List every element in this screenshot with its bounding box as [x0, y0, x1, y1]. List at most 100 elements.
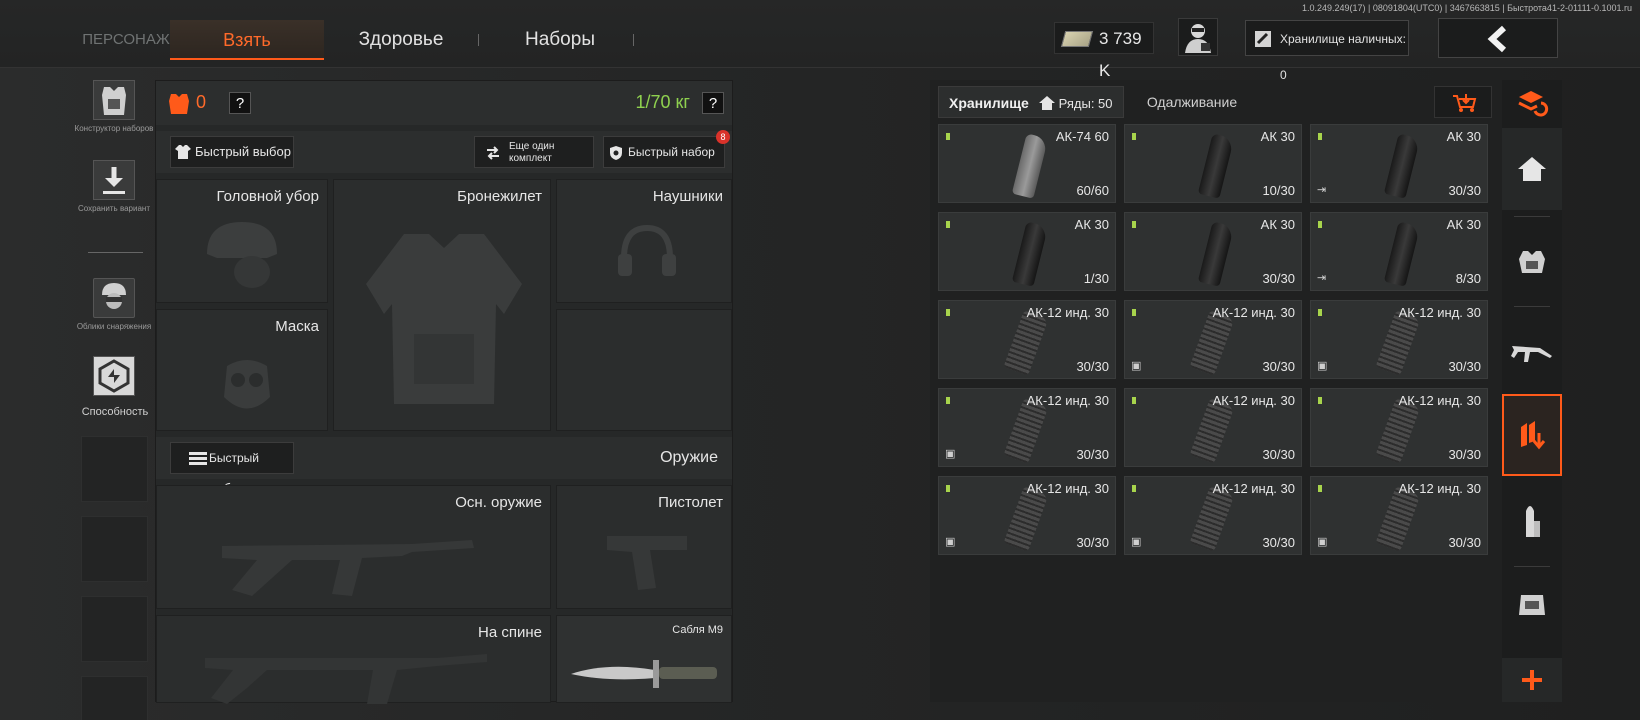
rail-gear-button[interactable] [1502, 220, 1562, 302]
storage-item[interactable]: АК-12 инд. 30 30/30 ▣ [938, 388, 1116, 467]
storage-panel: Хранилище Ряды: 50 Одалживание АК-74 60 6… [930, 80, 1500, 702]
storage-item[interactable]: АК-12 инд. 30 30/30 ▣ [1310, 300, 1488, 379]
storage-item[interactable]: АК 30 30/30 [1124, 212, 1302, 291]
rail-divider [1514, 306, 1550, 307]
ability-label: Способность [81, 406, 149, 418]
rail-ammo-button[interactable] [1502, 394, 1562, 476]
equipment-header: 0 ? 1/70 кг ? [156, 81, 732, 125]
slot-headwear[interactable]: Головной убор [156, 179, 328, 303]
item-name: АК-12 инд. 30 [1026, 481, 1109, 496]
item-name: АК 30 [1074, 217, 1109, 232]
magazine-icon [1375, 486, 1421, 552]
magazine-icon [1375, 310, 1421, 376]
item-name: АК-12 инд. 30 [1398, 393, 1481, 408]
shirt-icon [175, 145, 191, 159]
slot-primary-weapon[interactable]: Осн. оружие [156, 485, 551, 609]
weight-help-button[interactable]: ? [702, 92, 724, 114]
item-indicator [1132, 309, 1136, 316]
slot-melee-label: Сабля М9 [672, 624, 723, 636]
linked-item-icon: ⇥ [1317, 184, 1327, 196]
headphones-silhouette-icon [618, 224, 676, 276]
rifle-silhouette-icon [222, 540, 474, 596]
slot-pistol[interactable]: Пистолет [556, 485, 732, 609]
storage-item[interactable]: АК-12 инд. 30 30/30 ▣ [1124, 476, 1302, 555]
tab-kits[interactable]: Наборы [505, 20, 615, 60]
ability-slot[interactable] [81, 516, 148, 582]
item-name: АК 30 [1260, 217, 1295, 232]
storage-item[interactable]: АК-12 инд. 30 30/30 ▣ [1124, 300, 1302, 379]
slot-headphones[interactable]: Наушники [556, 179, 732, 303]
rail-backpack-button[interactable] [1502, 570, 1562, 638]
tab-divider [478, 34, 479, 46]
storage-item[interactable]: АК 30 30/30 ⇥ [1310, 124, 1488, 203]
item-name: АК-12 инд. 30 [1398, 305, 1481, 320]
cartridge-icon [1526, 506, 1540, 537]
tab-storage[interactable]: Хранилище Ряды: 50 [938, 86, 1124, 118]
slot-back[interactable]: На спине [156, 615, 551, 704]
storage-item[interactable]: АК-12 инд. 30 30/30 ▣ [1310, 476, 1488, 555]
armor-count: 0 [196, 92, 207, 112]
equipment-panel: 0 ? 1/70 кг ? Быстрый выбор Еще один ком… [155, 80, 733, 704]
tab-storage-label: Хранилище [949, 95, 1029, 111]
item-name: АК 30 [1446, 129, 1481, 144]
ability-icon [98, 359, 130, 393]
gear-skins-button[interactable] [93, 278, 135, 318]
storage-item[interactable]: АК 30 1/30 [938, 212, 1116, 291]
rail-layers-button[interactable] [1502, 80, 1562, 124]
weapon-quick-select-button[interactable]: Быстрый выбор [170, 442, 294, 495]
cash-storage-button[interactable]: Хранилище наличных: 0 [1245, 20, 1409, 82]
item-indicator [946, 221, 950, 228]
magazine-icon [1383, 221, 1421, 287]
top-bar: 1.0.249.249(17) | 08091804(UTC0) | 34676… [0, 0, 1640, 82]
tab-health[interactable]: Здоровье [345, 20, 457, 60]
cash-storage-icon [1255, 31, 1271, 47]
storage-item[interactable]: АК 30 8/30 ⇥ [1310, 212, 1488, 291]
rail-home-button[interactable] [1502, 128, 1562, 210]
linked-item-icon: ⇥ [1317, 272, 1327, 284]
armor-help-button[interactable]: ? [229, 92, 251, 114]
storage-item[interactable]: АК-12 инд. 30 30/30 [1124, 388, 1302, 467]
tab-borrow[interactable]: Одалживание [1130, 86, 1254, 118]
another-set-button[interactable]: Еще один комплект [474, 136, 594, 168]
ability-slot[interactable] [81, 436, 148, 502]
trader-button[interactable] [1178, 18, 1218, 56]
storage-item[interactable]: АК-74 60 60/60 [938, 124, 1116, 203]
crate-icon: ▣ [1131, 360, 1142, 372]
item-indicator [946, 485, 950, 492]
house-icon [1038, 96, 1055, 110]
inventory-screen: 1.0.249.249(17) | 08091804(UTC0) | 34676… [0, 0, 1640, 720]
storage-item[interactable]: АК-12 инд. 30 30/30 ▣ [938, 476, 1116, 555]
rail-add-button[interactable] [1502, 658, 1562, 702]
kit-builder-button[interactable] [93, 80, 135, 120]
rail-weapons-button[interactable] [1502, 310, 1562, 392]
rail-cartridge-button[interactable] [1502, 480, 1562, 562]
gear-toolbar: Быстрый выбор Еще один комплект Быстрый … [156, 130, 732, 173]
item-name: АК-12 инд. 30 [1398, 481, 1481, 496]
storage-item[interactable]: АК 30 10/30 [1124, 124, 1302, 203]
save-variant-button[interactable] [93, 160, 135, 200]
slot-vest[interactable]: Бронежилет [333, 179, 551, 431]
cart-button[interactable] [1434, 86, 1492, 118]
item-quantity: 30/30 [1076, 447, 1109, 462]
quick-kit-button[interactable]: Быстрый набор 8 [603, 130, 730, 168]
slot-extra[interactable] [556, 309, 732, 431]
storage-item[interactable]: АК-12 инд. 30 30/30 [938, 300, 1116, 379]
ability-button[interactable] [93, 356, 135, 396]
gear-quick-select-button[interactable]: Быстрый выбор [170, 136, 294, 168]
item-name: АК 30 [1260, 129, 1295, 144]
tab-person[interactable]: ПЕРСОНАЖ [82, 20, 170, 60]
crate-icon: ▣ [1131, 536, 1142, 548]
slot-melee[interactable]: Сабля М9 [556, 615, 732, 703]
home-icon [1518, 157, 1546, 181]
tab-take[interactable]: Взять [170, 20, 324, 60]
magazine-icon [1189, 310, 1235, 376]
ability-slot[interactable] [81, 596, 148, 662]
money-amount: 3 739 K [1099, 29, 1142, 80]
cash-icon [1060, 31, 1094, 47]
slot-mask[interactable]: Маска [156, 309, 328, 431]
item-quantity: 30/30 [1448, 183, 1481, 198]
item-indicator [1318, 221, 1322, 228]
back-button[interactable] [1438, 18, 1558, 58]
storage-item[interactable]: АК-12 инд. 30 30/30 [1310, 388, 1488, 467]
ability-slot[interactable] [81, 676, 148, 720]
